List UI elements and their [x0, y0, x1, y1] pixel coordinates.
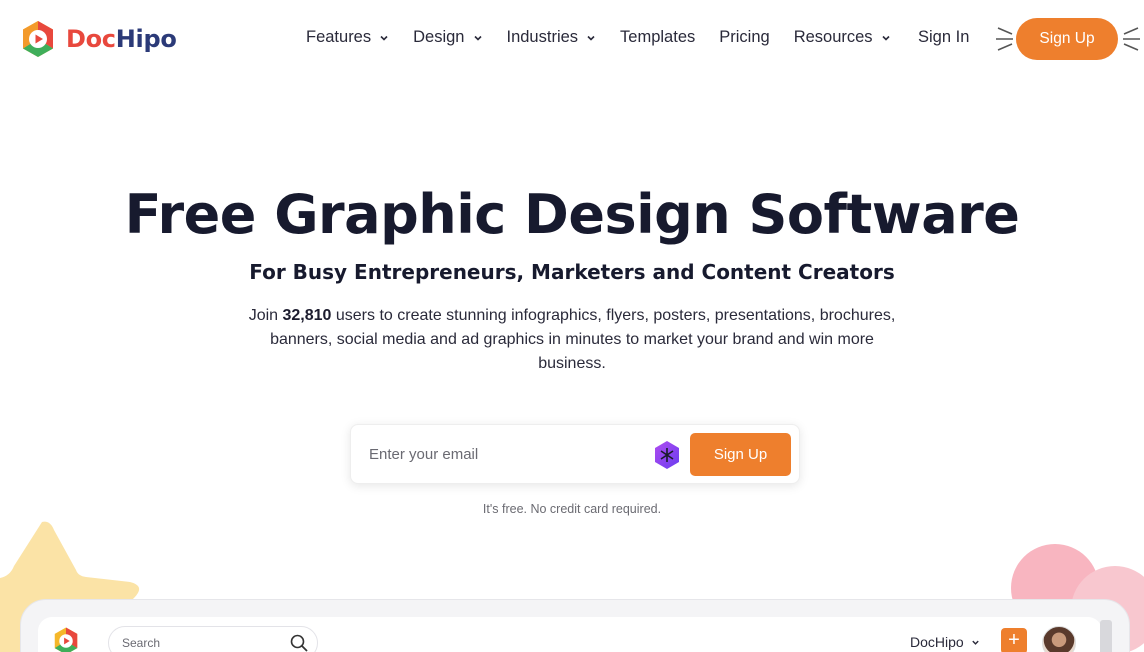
search-icon	[290, 634, 308, 652]
scrollbar[interactable]	[1100, 620, 1112, 652]
nav-item-label: Industries	[506, 28, 579, 46]
hero-sign-up-button[interactable]: Sign Up	[690, 433, 791, 476]
preview-search-input[interactable]: Search	[108, 626, 318, 652]
nav-sign-up-button[interactable]: Sign Up	[1016, 18, 1118, 60]
chevron-down-icon	[380, 35, 388, 41]
free-note: It's free. No credit card required.	[482, 502, 662, 516]
nav-item-label: Templates	[620, 28, 696, 46]
email-input[interactable]	[369, 442, 639, 466]
nav-item-features[interactable]: Features	[306, 28, 389, 47]
top-navigation: DocHipo Features Design Industries Templ…	[0, 0, 1144, 78]
nav-item-label: Resources	[793, 28, 873, 46]
hero-desc-suffix: users to create stunning infographics, f…	[270, 307, 896, 372]
nav-item-label: Features	[306, 28, 372, 46]
chevron-down-icon	[587, 35, 595, 41]
ai-sparkle-icon[interactable]	[653, 440, 681, 470]
chevron-down-icon	[881, 35, 890, 41]
email-signup-form: Sign Up	[350, 424, 800, 484]
nav-item-industries[interactable]: Industries	[507, 28, 597, 47]
brand-name-hipo: Hipo	[115, 25, 177, 53]
hero-description: Join 32,810 users to create stunning inf…	[242, 304, 902, 376]
preview-add-button[interactable]: +	[1001, 628, 1027, 652]
chevron-down-icon	[971, 640, 979, 645]
sign-in-link[interactable]: Sign In	[918, 28, 969, 47]
preview-brand-dropdown[interactable]: DocHipo	[910, 634, 980, 650]
avatar[interactable]	[1042, 626, 1076, 652]
main-menu: Features Design Industries Templates Pri…	[306, 28, 915, 47]
hero-desc-prefix: Join	[248, 307, 283, 324]
preview-brand-label: DocHipo	[910, 634, 964, 650]
dochipo-logo-icon	[23, 21, 53, 57]
dochipo-logo-icon	[54, 627, 78, 652]
nav-item-pricing[interactable]: Pricing	[719, 28, 769, 47]
chevron-down-icon	[473, 35, 482, 41]
hero-title: Free Graphic Design Software	[124, 183, 1020, 246]
brand-name-doc: Doc	[66, 25, 116, 53]
user-count: 32,810	[282, 307, 332, 324]
dochipo-logo[interactable]: DocHipo	[19, 19, 177, 59]
sparkle-right-icon	[1123, 27, 1140, 51]
preview-search-placeholder: Search	[122, 636, 161, 650]
nav-item-label: Pricing	[719, 28, 770, 46]
nav-item-templates[interactable]: Templates	[620, 28, 695, 47]
nav-item-label: Design	[413, 28, 465, 46]
brand-name: DocHipo	[66, 25, 177, 53]
hero-subtitle: For Busy Entrepreneurs, Marketers and Co…	[249, 260, 895, 284]
sparkle-left-icon	[996, 27, 1013, 51]
nav-item-resources[interactable]: Resources	[794, 28, 891, 47]
nav-item-design[interactable]: Design	[413, 28, 482, 47]
